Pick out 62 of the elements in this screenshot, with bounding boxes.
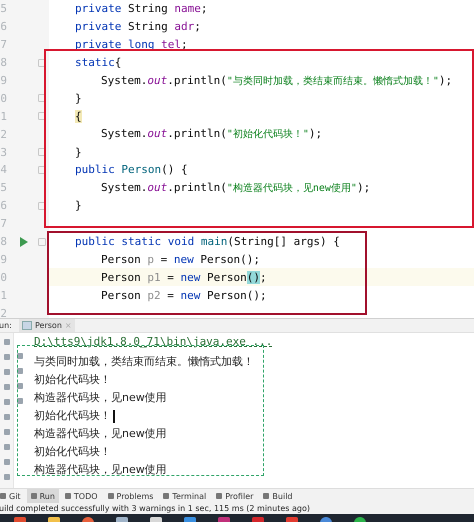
code-line: Person p1 = new Person(); [100,270,267,284]
fold-marker-icon[interactable] [38,166,46,174]
console-output: 构造器代码块，见new使用 [34,390,167,406]
line-number: 1 [0,288,7,302]
fold-marker-icon[interactable] [38,202,46,210]
line-number: 4 [0,163,7,176]
toolbar-icon[interactable] [17,368,23,374]
tool-window-button[interactable]: Run [26,489,59,503]
console-output: 初始化代码块！ [34,444,111,460]
line-number: 1 [0,110,7,123]
console-output: 构造器代码块，见new使用 [34,462,167,478]
line-number: 5 [0,2,7,16]
tool-window-button[interactable]: Profiler [212,489,258,503]
code-line: public Person() { [74,163,188,176]
code-line: } [74,199,82,212]
line-number: 2 [0,306,7,318]
code-line: } [74,146,82,159]
command-link[interactable]: D:\tts9\jdk1.8.0_71\bin\java.exe ... [34,335,474,348]
fold-marker-icon[interactable] [38,58,46,67]
toolbar-icon[interactable] [17,398,23,404]
code-line: Person p2 = new Person(); [100,288,267,302]
line-number: 0 [0,270,7,284]
console-output: 初始化代码块！ [34,408,111,424]
code-line: private String name; [74,2,208,16]
code-line: private String adr; [74,20,201,34]
line-number: 0 [0,92,7,105]
fold-marker-icon[interactable] [38,238,46,246]
code-line: static{ [74,56,122,70]
console-output: 构造器代码块，见new使用 [34,426,167,442]
console-output: 与类同时加载，类结束而结束。懒惰式加载！ [34,354,254,370]
line-number: 9 [0,74,7,87]
code-line: System.out.println("初始化代码块！"); [100,127,322,142]
tool-window-button[interactable]: TODO [60,489,102,503]
line-number: 7 [0,217,7,230]
panel-label: un: [0,321,13,330]
toolbar-icon[interactable] [17,383,23,389]
line-number: 8 [0,235,7,248]
line-number: 2 [0,128,7,141]
code-line: } [74,92,82,105]
toolbar-icon[interactable] [17,353,23,359]
line-number: 5 [0,181,7,194]
code-line: System.out.println("与类同时加载，类结束而结束。懒惰式加载！"); [100,74,452,88]
code-line: public static void main(String[] args) { [74,235,340,248]
line-number: 7 [0,38,7,52]
run-tab[interactable]: Person × [19,319,75,332]
run-icon[interactable] [18,236,28,247]
fold-marker-icon[interactable] [38,94,46,102]
tool-window-button[interactable]: Terminal [159,489,210,503]
status-message: uild completed successfully with 3 warnings in 1 sec, 115 ms (2 minutes ago) [0,503,311,514]
fold-marker-icon[interactable] [38,112,46,120]
line-number: 8 [0,56,7,70]
code-line: System.out.println("构造器代码块，见new使用"); [100,180,370,195]
code-line: Person p = new Person(); [100,252,260,266]
line-number: 6 [0,20,7,34]
tool-window-button[interactable]: Problems [104,489,158,503]
fold-marker-icon[interactable] [38,148,46,156]
tool-window-button[interactable]: Build [259,489,296,503]
line-number: 6 [0,199,7,212]
tool-window-button[interactable]: Git [0,489,25,503]
line-number: 3 [0,146,7,159]
line-number: 9 [0,252,7,266]
console-output: 初始化代码块！ [34,372,111,388]
